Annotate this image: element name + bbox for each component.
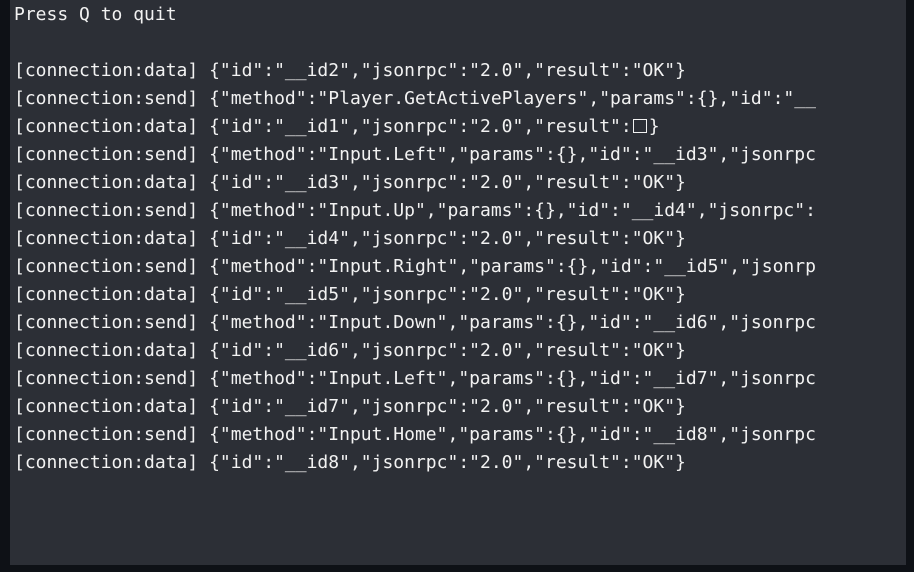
log-line: [connection:send] {"method":"Input.Right… <box>14 256 816 277</box>
log-line: [connection:send] {"method":"Input.Down"… <box>14 312 816 333</box>
log-line: [connection:data] {"id":"__id4","jsonrpc… <box>14 228 686 249</box>
log-line: [connection:send] {"method":"Input.Left"… <box>14 144 816 165</box>
log-line: [connection:data] {"id":"__id3","jsonrpc… <box>14 172 686 193</box>
log-line: [connection:data] {"id":"__id2","jsonrpc… <box>14 60 686 81</box>
log-line: [connection:send] {"method":"Input.Home"… <box>14 424 816 445</box>
log-line: [connection:data] {"id":"__id5","jsonrpc… <box>14 284 686 305</box>
log-line-text: [connection:data] {"id":"__id1","jsonrpc… <box>14 116 632 137</box>
log-line: [connection:data] {"id":"__id7","jsonrpc… <box>14 396 686 417</box>
terminal-window[interactable]: Press Q to quit [connection:data] {"id":… <box>0 0 914 572</box>
log-line: [connection:data] {"id":"__id6","jsonrpc… <box>14 340 686 361</box>
log-line-with-empty-result: [connection:data] {"id":"__id1","jsonrpc… <box>14 113 904 141</box>
empty-array-glyph <box>632 119 647 133</box>
log-line: [connection:data] {"id":"__id8","jsonrpc… <box>14 452 686 473</box>
log-line: [connection:send] {"method":"Input.Up","… <box>14 200 816 221</box>
window-bezel-right <box>906 0 914 572</box>
log-line: [connection:send] {"method":"Player.GetA… <box>14 88 816 109</box>
window-bezel-bottom <box>0 565 914 572</box>
quit-instruction: Press Q to quit <box>14 4 177 25</box>
window-bezel-left <box>0 0 10 572</box>
log-line: [connection:send] {"method":"Input.Left"… <box>14 368 816 389</box>
log-line-suffix: } <box>648 116 660 137</box>
